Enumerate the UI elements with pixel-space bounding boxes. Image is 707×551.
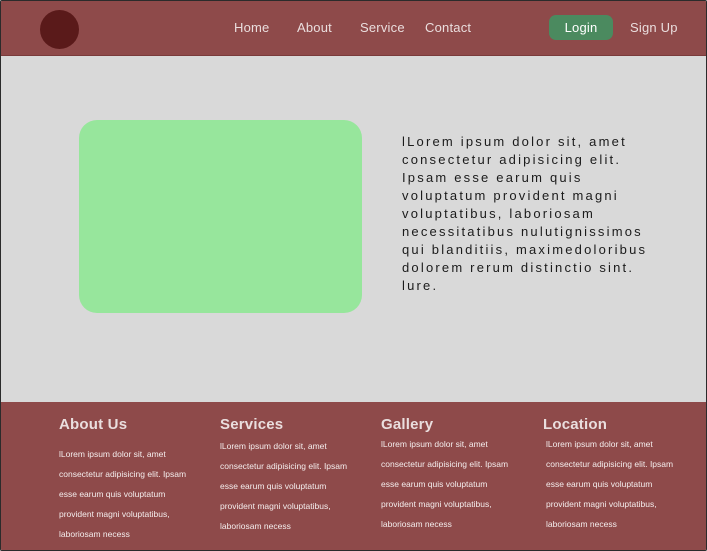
hero-text: lLorem ipsum dolor sit, amet consectetur… xyxy=(402,134,648,293)
footer-about-section: About Us lLorem ipsum dolor sit, amet co… xyxy=(59,416,199,544)
nav-home-link[interactable]: Home xyxy=(234,20,269,36)
footer-location-text: lLorem ipsum dolor sit, amet consectetur… xyxy=(546,439,674,529)
logo[interactable] xyxy=(40,10,79,49)
footer-gallery-text: lLorem ipsum dolor sit, amet consectetur… xyxy=(381,439,509,529)
hero-image-placeholder xyxy=(79,120,362,313)
nav-about-link[interactable]: About xyxy=(297,20,332,36)
footer-location-section: Location lLorem ipsum dolor sit, amet co… xyxy=(543,416,683,534)
header: Home About Service Contact Login Sign Up xyxy=(1,1,706,56)
footer: About Us lLorem ipsum dolor sit, amet co… xyxy=(1,402,706,550)
footer-location-title: Location xyxy=(543,416,608,433)
footer-gallery-section: Gallery lLorem ipsum dolor sit, amet con… xyxy=(381,416,521,534)
footer-gallery-title: Gallery xyxy=(381,416,434,433)
footer-services-text: lLorem ipsum dolor sit, amet consectetur… xyxy=(220,441,348,531)
nav-service-link[interactable]: Service xyxy=(360,20,405,36)
login-button[interactable]: Login xyxy=(549,15,613,40)
page: Home About Service Contact Login Sign Up… xyxy=(0,0,707,551)
footer-about-text: lLorem ipsum dolor sit, amet consectetur… xyxy=(59,449,187,539)
footer-services-section: Services lLorem ipsum dolor sit, amet co… xyxy=(220,416,360,536)
nav-contact-link[interactable]: Contact xyxy=(425,20,471,36)
footer-services-title: Services xyxy=(220,416,284,433)
sign-up-link[interactable]: Sign Up xyxy=(630,20,678,36)
footer-about-title: About Us xyxy=(59,416,128,433)
